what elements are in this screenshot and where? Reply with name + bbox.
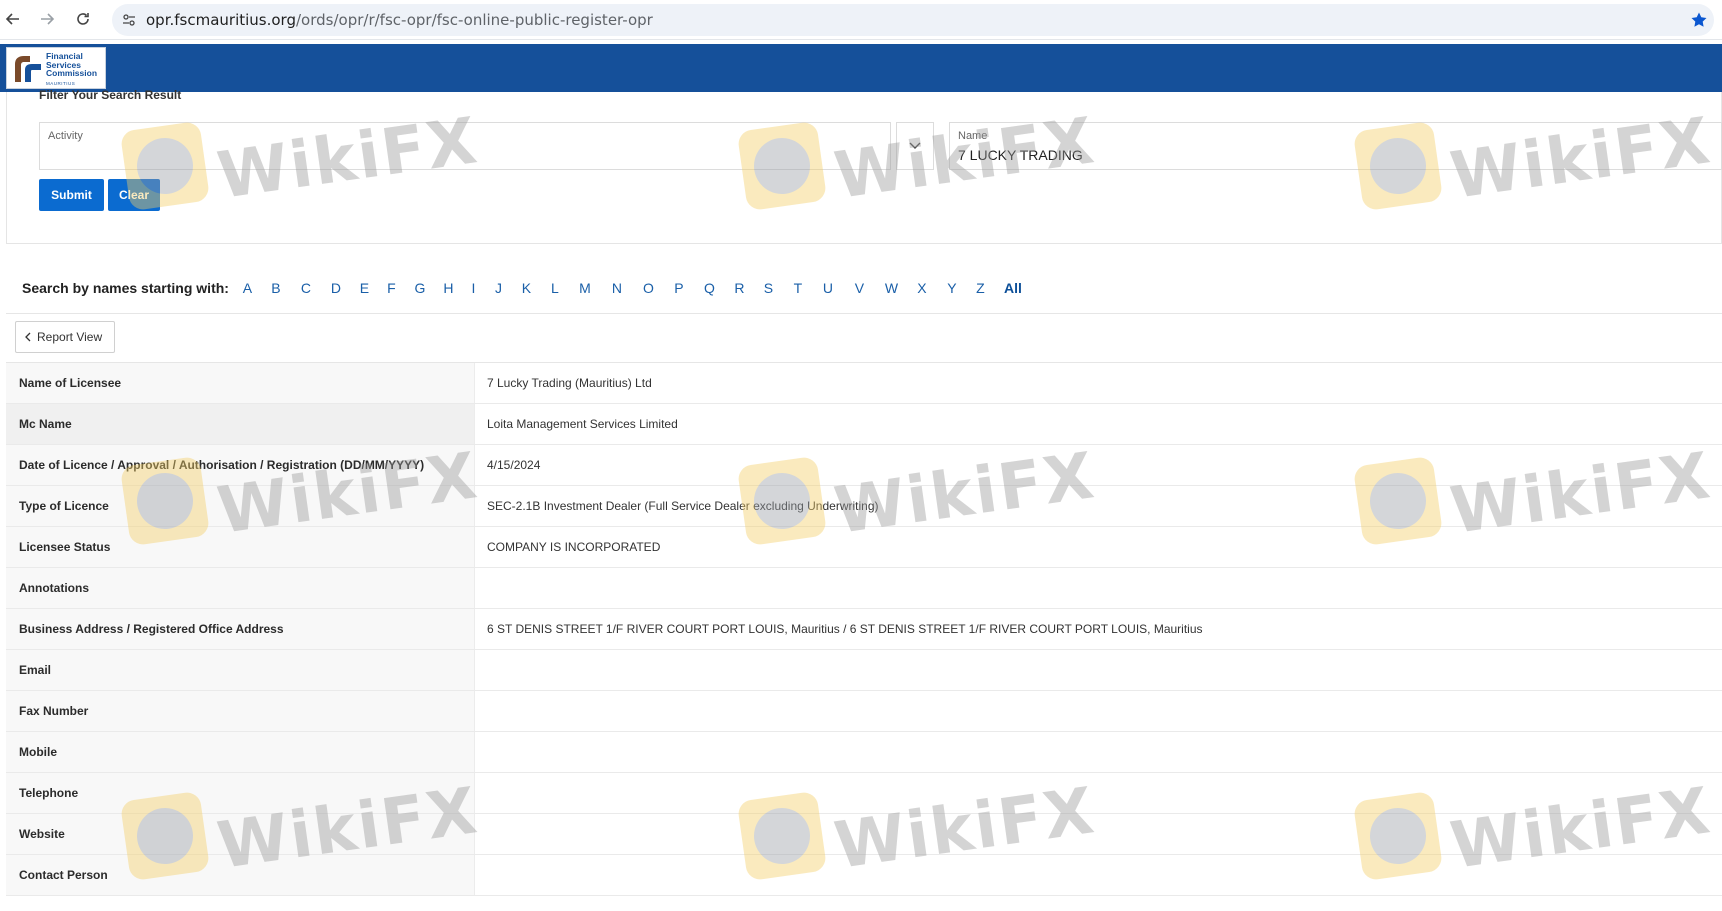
detail-value bbox=[475, 568, 1722, 608]
chevron-down-icon bbox=[909, 142, 921, 149]
detail-row: Annotations bbox=[6, 568, 1722, 609]
detail-value: 7 Lucky Trading (Mauritius) Ltd bbox=[487, 376, 652, 390]
detail-row: Contact Person bbox=[6, 855, 1722, 896]
letter-link-t[interactable]: T bbox=[783, 280, 813, 296]
detail-value bbox=[475, 814, 1722, 854]
letter-link-d[interactable]: D bbox=[321, 280, 351, 296]
letter-link-m[interactable]: M bbox=[569, 280, 601, 296]
letter-filter-bar: Search by names starting with: ABCDEFGHI… bbox=[22, 278, 1032, 298]
fsc-logo[interactable]: Financial Services Commission MAURITIUS bbox=[6, 47, 106, 89]
detail-value: 4/15/2024 bbox=[487, 458, 541, 472]
detail-key: Mc Name bbox=[6, 404, 475, 444]
detail-value: SEC-2.1B Investment Dealer (Full Service… bbox=[487, 499, 879, 513]
detail-key: Website bbox=[6, 814, 475, 854]
letter-link-j[interactable]: J bbox=[485, 280, 512, 296]
letter-link-y[interactable]: Y bbox=[937, 280, 967, 296]
letters-label: Search by names starting with: bbox=[22, 280, 229, 296]
letter-link-n[interactable]: N bbox=[601, 280, 633, 296]
letter-link-v[interactable]: V bbox=[843, 280, 876, 296]
browser-toolbar: opr.fscmauritius.org/ords/opr/r/fsc-opr/… bbox=[0, 0, 1722, 40]
letter-link-a[interactable]: A bbox=[234, 280, 261, 296]
detail-row: Name of Licensee 7 Lucky Trading (Mauriti… bbox=[6, 363, 1722, 404]
detail-row: Date of Licence / Approval / Authorisati… bbox=[6, 445, 1722, 486]
letter-link-x[interactable]: X bbox=[907, 280, 937, 296]
detail-row: Licensee Status COMPANY IS INCORPORATED bbox=[6, 527, 1722, 568]
detail-key: Date of Licence / Approval / Authorisati… bbox=[6, 445, 475, 485]
detail-key: Contact Person bbox=[6, 855, 475, 895]
submit-button[interactable]: Submit bbox=[39, 179, 104, 211]
url-text: opr.fscmauritius.org/ords/opr/r/fsc-opr/… bbox=[146, 11, 653, 29]
address-bar[interactable]: opr.fscmauritius.org/ords/opr/r/fsc-opr/… bbox=[112, 4, 1714, 36]
filter-title: Filter Your Search Result bbox=[39, 88, 182, 102]
detail-key: Mobile bbox=[6, 732, 475, 772]
letter-link-z[interactable]: Z bbox=[967, 280, 994, 296]
detail-value bbox=[475, 773, 1722, 813]
detail-key: Annotations bbox=[6, 568, 475, 608]
letter-link-h[interactable]: H bbox=[435, 280, 462, 296]
detail-row: Website bbox=[6, 814, 1722, 855]
letter-link-q[interactable]: Q bbox=[694, 280, 725, 296]
letter-link-all[interactable]: All bbox=[994, 280, 1032, 296]
detail-key: Telephone bbox=[6, 773, 475, 813]
letter-link-i[interactable]: I bbox=[462, 280, 485, 296]
logo-text: Financial Services Commission bbox=[46, 51, 98, 79]
letter-link-k[interactable]: K bbox=[512, 280, 541, 296]
detail-key: Email bbox=[6, 650, 475, 690]
name-field[interactable]: Name 7 LUCKY TRADING bbox=[949, 122, 1722, 170]
letter-link-g[interactable]: G bbox=[405, 280, 435, 296]
detail-row: Type of Licence SEC-2.1B Investment Deale… bbox=[6, 486, 1722, 527]
letter-link-r[interactable]: R bbox=[725, 280, 754, 296]
name-value: 7 LUCKY TRADING bbox=[958, 147, 1083, 163]
letter-link-c[interactable]: C bbox=[291, 280, 321, 296]
letter-link-w[interactable]: W bbox=[876, 280, 907, 296]
clear-button[interactable]: Clear bbox=[108, 179, 160, 211]
letter-link-l[interactable]: L bbox=[541, 280, 569, 296]
letter-link-f[interactable]: F bbox=[378, 280, 405, 296]
bookmark-star-icon[interactable] bbox=[1690, 11, 1708, 29]
letter-link-e[interactable]: E bbox=[351, 280, 378, 296]
detail-value bbox=[475, 855, 1722, 895]
detail-key: Name of Licensee bbox=[6, 363, 475, 403]
detail-row: Fax Number bbox=[6, 691, 1722, 732]
licensee-detail-table: Name of Licensee 7 Lucky Trading (Mauriti… bbox=[6, 362, 1722, 896]
letter-link-u[interactable]: U bbox=[813, 280, 843, 296]
detail-row: Business Address / Registered Office Add… bbox=[6, 609, 1722, 650]
detail-row: Mobile bbox=[6, 732, 1722, 773]
detail-row: Mc Name Loita Management Services Limited bbox=[6, 404, 1722, 445]
fsc-logo-icon bbox=[15, 56, 41, 82]
detail-value: COMPANY IS INCORPORATED bbox=[487, 540, 661, 554]
letter-link-o[interactable]: O bbox=[633, 280, 664, 296]
detail-value: 6 ST DENIS STREET 1/F RIVER COURT PORT L… bbox=[487, 622, 1203, 636]
detail-value bbox=[475, 650, 1722, 690]
chevron-left-icon bbox=[25, 332, 31, 342]
detail-key: Licensee Status bbox=[6, 527, 475, 567]
site-info-icon[interactable] bbox=[122, 13, 136, 27]
detail-key: Type of Licence bbox=[6, 486, 475, 526]
name-label: Name bbox=[958, 130, 988, 142]
activity-label: Activity bbox=[48, 130, 83, 142]
site-header: Financial Services Commission MAURITIUS bbox=[0, 44, 1722, 92]
report-view-button[interactable]: Report View bbox=[15, 321, 115, 353]
report-view-label: Report View bbox=[37, 330, 103, 344]
detail-row: Telephone bbox=[6, 773, 1722, 814]
detail-value: Loita Management Services Limited bbox=[487, 417, 678, 431]
logo-subtext: MAURITIUS bbox=[46, 81, 76, 86]
detail-value bbox=[475, 691, 1722, 731]
detail-row: Email bbox=[6, 650, 1722, 691]
activity-dropdown-button[interactable] bbox=[896, 122, 934, 170]
letter-link-p[interactable]: P bbox=[664, 280, 694, 296]
forward-icon[interactable] bbox=[36, 8, 58, 30]
back-icon[interactable] bbox=[2, 8, 24, 30]
activity-select[interactable]: Activity bbox=[39, 122, 934, 170]
letter-link-s[interactable]: S bbox=[754, 280, 783, 296]
detail-value bbox=[475, 732, 1722, 772]
letter-link-b[interactable]: B bbox=[261, 280, 291, 296]
detail-key: Business Address / Registered Office Add… bbox=[6, 609, 475, 649]
detail-key: Fax Number bbox=[6, 691, 475, 731]
reload-icon[interactable] bbox=[72, 8, 94, 30]
